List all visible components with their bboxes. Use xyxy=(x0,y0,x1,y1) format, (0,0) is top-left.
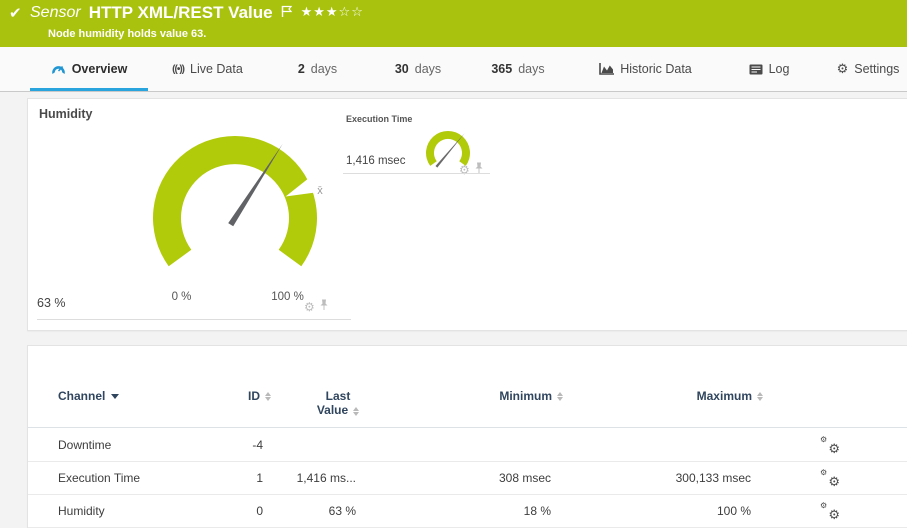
sort-icon xyxy=(757,389,763,401)
table-header: Channel ID Last Value Minimum xyxy=(28,382,907,428)
column-header-channel[interactable]: Channel xyxy=(58,389,119,403)
tab-historic-data[interactable]: Historic Data xyxy=(588,47,703,91)
channels-panel: Channel ID Last Value Minimum xyxy=(27,345,907,528)
execution-time-gauge-tools: ⚙ xyxy=(459,161,484,179)
column-header-maximum[interactable]: Maximum xyxy=(648,389,763,403)
content-area: Humidity 0 % 100 % x̄ 63 % ⚙ xyxy=(0,92,907,528)
sort-icon xyxy=(265,389,271,401)
table-row[interactable]: Humidity 0 63 % 18 % 100 % ⚙⚙ xyxy=(28,495,907,528)
tab-label: Overview xyxy=(72,62,128,76)
tab-number: 2 xyxy=(298,62,305,76)
column-label: Minimum xyxy=(499,389,552,403)
gear-icon[interactable]: ⚙ xyxy=(459,163,470,177)
gear-icon: ⚙ xyxy=(837,62,849,77)
prtg-sensor-page: ✔ Sensor HTTP XML/REST Value ★★★☆☆ Node … xyxy=(0,0,907,528)
channel-minimum: 308 msec xyxy=(448,462,551,495)
gear-icon[interactable]: ⚙ xyxy=(304,300,315,314)
tab-number: 365 xyxy=(491,62,512,76)
humidity-current-value: 63 % xyxy=(37,296,66,310)
execution-time-gauge-title: Execution Time xyxy=(346,114,412,124)
sort-icon xyxy=(557,389,563,401)
tab-number: 30 xyxy=(395,62,409,76)
channel-maximum: 100 % xyxy=(648,495,751,528)
channel-id: 0 xyxy=(178,495,263,528)
channel-name[interactable]: Execution Time xyxy=(58,462,140,495)
execution-time-divider xyxy=(343,173,490,174)
table-row[interactable]: Execution Time 1 1,416 ms... 308 msec 30… xyxy=(28,462,907,495)
channel-settings-icon[interactable]: ⚙⚙ xyxy=(820,502,840,522)
sort-icon xyxy=(353,404,359,416)
tab-365-days[interactable]: 365 days xyxy=(482,47,554,91)
object-kind-label: Sensor xyxy=(30,3,81,22)
pin-icon[interactable] xyxy=(319,298,329,316)
channel-id: 1 xyxy=(178,462,263,495)
gauges-panel: Humidity 0 % 100 % x̄ 63 % ⚙ xyxy=(27,98,907,331)
tab-30-days[interactable]: 30 days xyxy=(383,47,453,91)
tab-unit: days xyxy=(518,62,544,76)
sensor-status-message: Node humidity holds value 63. xyxy=(48,28,206,40)
channel-id: -4 xyxy=(178,429,263,462)
column-header-id[interactable]: ID xyxy=(178,389,271,403)
tab-unit: days xyxy=(415,62,441,76)
table-row[interactable]: Downtime -4 ⚙⚙ xyxy=(28,429,907,462)
channel-settings-icon[interactable]: ⚙⚙ xyxy=(820,469,840,489)
column-label: Maximum xyxy=(697,389,752,403)
execution-time-current-value: 1,416 msec xyxy=(346,155,405,167)
tab-log[interactable]: Log xyxy=(740,47,798,91)
humidity-divider xyxy=(37,319,351,320)
title-row: Sensor HTTP XML/REST Value ★★★☆☆ xyxy=(30,3,364,23)
gauge-icon xyxy=(51,63,66,76)
gauge-max-label: 100 % xyxy=(271,291,304,303)
channel-name[interactable]: Downtime xyxy=(58,429,111,462)
humidity-gauge-title: Humidity xyxy=(39,107,92,121)
tab-label: Settings xyxy=(854,62,899,76)
column-label: Last xyxy=(326,389,351,403)
radio-waves-icon: ((•)) xyxy=(172,64,184,75)
column-header-minimum[interactable]: Minimum xyxy=(448,389,563,403)
area-chart-icon xyxy=(599,63,614,75)
humidity-gauge: 0 % 100 % x̄ xyxy=(135,113,335,313)
tab-bar: Overview ((•)) Live Data 2 days 30 days … xyxy=(0,47,907,92)
pin-icon[interactable] xyxy=(474,161,484,179)
tab-label: Historic Data xyxy=(620,62,692,76)
channel-maximum: 300,133 msec xyxy=(648,462,751,495)
average-marker-label: x̄ xyxy=(317,185,323,197)
tab-label: Log xyxy=(769,62,790,76)
tab-label: Live Data xyxy=(190,62,243,76)
channel-minimum xyxy=(448,429,551,462)
tab-2-days[interactable]: 2 days xyxy=(280,47,355,91)
column-label: Value xyxy=(317,403,348,417)
priority-flag-icon[interactable] xyxy=(281,3,293,23)
gauge-min-label: 0 % xyxy=(172,291,192,303)
channel-settings-icon[interactable]: ⚙⚙ xyxy=(820,436,840,456)
channel-name[interactable]: Humidity xyxy=(58,495,105,528)
list-icon xyxy=(749,64,763,75)
tab-settings[interactable]: ⚙ Settings xyxy=(830,47,906,91)
channel-maximum xyxy=(648,429,751,462)
tab-unit: days xyxy=(311,62,337,76)
channel-last-value xyxy=(268,429,356,462)
column-label: ID xyxy=(248,389,260,403)
tab-overview[interactable]: Overview xyxy=(30,47,148,91)
page-title: HTTP XML/REST Value xyxy=(89,3,273,23)
channel-last-value: 63 % xyxy=(268,495,356,528)
status-check-icon: ✔ xyxy=(9,4,22,22)
column-header-last-value[interactable]: Last Value xyxy=(293,389,383,417)
sensor-header: ✔ Sensor HTTP XML/REST Value ★★★☆☆ Node … xyxy=(0,0,907,47)
column-label: Channel xyxy=(58,389,105,403)
sort-desc-icon xyxy=(111,394,119,399)
tab-live-data[interactable]: ((•)) Live Data xyxy=(160,47,255,91)
humidity-gauge-tools: ⚙ xyxy=(304,298,329,316)
priority-stars[interactable]: ★★★☆☆ xyxy=(301,3,364,20)
channel-minimum: 18 % xyxy=(448,495,551,528)
channel-last-value: 1,416 ms... xyxy=(268,462,356,495)
